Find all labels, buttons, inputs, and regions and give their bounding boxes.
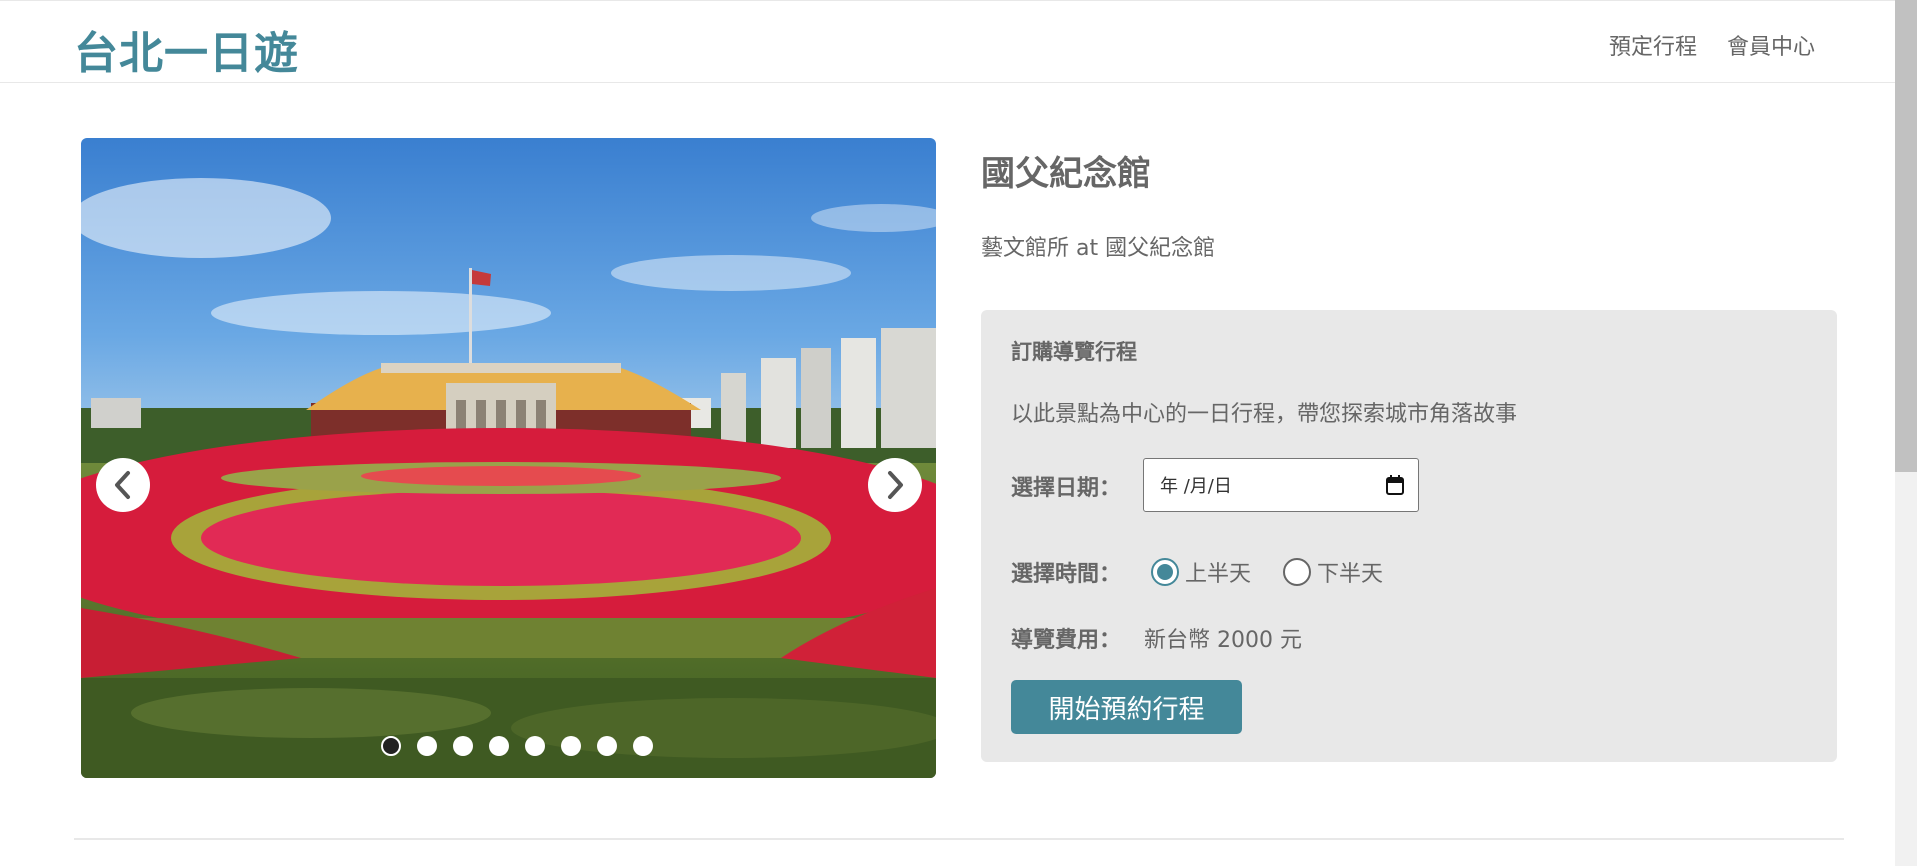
carousel-dot-2[interactable] xyxy=(417,736,437,756)
radio-morning[interactable] xyxy=(1151,558,1179,586)
section-divider xyxy=(74,838,1844,840)
top-nav: 預定行程 會員中心 xyxy=(1609,29,1815,61)
nav-member-center[interactable]: 會員中心 xyxy=(1727,29,1815,61)
attraction-title: 國父紀念館 xyxy=(981,154,1151,194)
carousel-next-button[interactable] xyxy=(868,458,922,512)
carousel-dot-3[interactable] xyxy=(453,736,473,756)
scrollbar-thumb[interactable] xyxy=(1895,0,1917,472)
radio-afternoon[interactable] xyxy=(1283,558,1312,586)
date-label: 選擇日期： xyxy=(1011,476,1122,501)
site-header: 台北一日遊 預定行程 會員中心 xyxy=(0,0,1895,83)
attraction-photo xyxy=(81,138,936,778)
carousel-dot-4[interactable] xyxy=(489,736,509,756)
page-scrollbar[interactable] xyxy=(1895,0,1917,866)
site-logo[interactable]: 台北一日遊 xyxy=(74,17,299,81)
time-radio-group: 上半天 下半天 xyxy=(1151,556,1415,588)
calendar-icon[interactable] xyxy=(1386,475,1404,495)
nav-book-trip[interactable]: 預定行程 xyxy=(1609,29,1697,61)
booking-panel: 訂購導覽行程 以此景點為中心的一日行程，帶您探索城市角落故事 選擇日期： 年 /… xyxy=(981,310,1837,762)
chevron-left-icon xyxy=(115,471,130,499)
time-label: 選擇時間： xyxy=(1011,562,1122,587)
fee-label: 導覽費用： xyxy=(1011,628,1122,653)
start-booking-button[interactable]: 開始預約行程 xyxy=(1011,680,1242,734)
attraction-subtitle: 藝文館所 at 國父紀念館 xyxy=(981,236,1216,261)
radio-morning-label[interactable]: 上半天 xyxy=(1185,556,1251,588)
carousel-indicators xyxy=(381,736,653,756)
carousel-dot-5[interactable] xyxy=(525,736,545,756)
carousel-dot-6[interactable] xyxy=(561,736,581,756)
carousel-dot-7[interactable] xyxy=(597,736,617,756)
booking-description: 以此景點為中心的一日行程，帶您探索城市角落故事 xyxy=(1011,402,1518,427)
chevron-right-icon xyxy=(888,471,903,499)
carousel-dot-8[interactable] xyxy=(633,736,653,756)
booking-heading: 訂購導覽行程 xyxy=(1011,340,1137,364)
date-input[interactable]: 年 /月/日 xyxy=(1143,458,1419,512)
carousel-prev-button[interactable] xyxy=(96,458,150,512)
radio-afternoon-label[interactable]: 下半天 xyxy=(1317,556,1383,588)
carousel-dot-1[interactable] xyxy=(381,736,401,756)
image-carousel xyxy=(81,138,936,778)
page: 台北一日遊 預定行程 會員中心 國父紀念館 藝文館所 at 國父紀念館 訂購導覽… xyxy=(0,0,1917,866)
date-placeholder: 年 /月/日 xyxy=(1160,476,1232,497)
fee-value: 新台幣 2000 元 xyxy=(1144,628,1302,653)
